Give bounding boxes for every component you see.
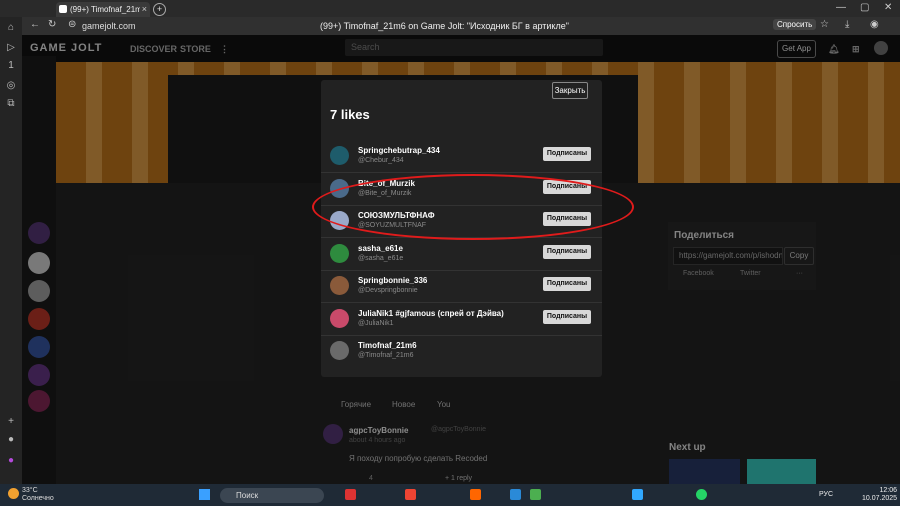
yandex-browser-icon[interactable] [405, 489, 416, 500]
liker-row[interactable]: JuliaNik1 #gjfamous (спрей от Дэйва) @Jul… [321, 303, 602, 335]
gamejolt-favicon [59, 5, 67, 13]
downloads-icon[interactable]: ⤓ [845, 19, 849, 30]
weather-condition: Солнечно [22, 495, 54, 502]
url-field[interactable]: gamejolt.com [82, 19, 282, 33]
liker-row[interactable]: Springbonnie_336 @Devspringbonnie Подписан… [321, 270, 602, 302]
subscribed-button[interactable]: Подписаны [543, 310, 591, 324]
likes-title: 7 likes [330, 107, 370, 122]
liker-row[interactable]: sasha_e61e @sasha_e61e Подписаны [321, 238, 602, 270]
app-icon[interactable] [470, 489, 481, 500]
time: 12:06 [879, 487, 898, 494]
yandex-icon[interactable] [345, 489, 356, 500]
subscribed-button[interactable]: Подписаны [543, 245, 591, 259]
profile-icon[interactable]: ◉ [870, 19, 879, 30]
sidebar-one-icon[interactable]: 1 [5, 60, 17, 72]
sidebar-copy-icon[interactable]: ⧉ [5, 98, 17, 110]
liker-name[interactable]: sasha_e61e [358, 244, 403, 253]
liker-avatar[interactable] [330, 276, 349, 295]
new-tab-button[interactable]: + [153, 3, 166, 16]
close-window-icon[interactable]: ✕ [884, 2, 892, 13]
start-icon[interactable] [199, 489, 210, 500]
sidebar-ai-icon[interactable]: ◎ [5, 80, 17, 92]
language-indicator[interactable]: РУС [819, 491, 833, 498]
liker-row[interactable]: Timofnaf_21m6 @Timofnaf_21m6 [321, 335, 602, 367]
sidebar-app-icon[interactable]: ● [5, 434, 17, 446]
close-tab-icon[interactable]: × [142, 4, 147, 14]
liker-handle: @Timofnaf_21m6 [358, 352, 414, 359]
liker-avatar[interactable] [330, 341, 349, 360]
maximize-icon[interactable]: ▢ [860, 2, 869, 13]
back-icon[interactable]: ← [30, 19, 40, 30]
liker-name[interactable]: Springbonnie_336 [358, 276, 427, 285]
clock[interactable]: 12:06 10.07.2025 [862, 487, 897, 503]
liker-handle: @Devspringbonnie [358, 287, 418, 294]
photoshop-icon[interactable] [632, 489, 643, 500]
chrome-icon[interactable] [530, 489, 541, 500]
subscribed-button[interactable]: Подписаны [543, 147, 591, 161]
minimize-icon[interactable]: — [836, 2, 846, 13]
ask-button[interactable]: Спросить [773, 19, 817, 30]
liker-name[interactable]: Timofnaf_21m6 [358, 341, 417, 350]
liker-row[interactable]: Springchebutrap_434 @Chebur_434 Подписаны [321, 140, 602, 172]
reload-icon[interactable]: ↻ [48, 19, 56, 30]
windows-taskbar [0, 484, 900, 506]
weather-widget[interactable]: 33°C Солнечно [22, 487, 54, 503]
tab-title: (99+) Timofnaf_21m6 o [70, 5, 140, 14]
edge-icon[interactable] [510, 489, 521, 500]
lock-icon: ⊜ [68, 19, 77, 30]
taskbar-search[interactable]: Поиск [220, 488, 324, 503]
whatsapp-icon[interactable] [696, 489, 707, 500]
liker-handle: @Chebur_434 [358, 157, 404, 164]
sidebar-add-icon[interactable]: + [5, 416, 17, 428]
subscribed-button[interactable]: Подписаны [543, 277, 591, 291]
close-button[interactable]: Закрыть [552, 82, 588, 99]
browser-tab[interactable]: (99+) Timofnaf_21m6 o × [56, 2, 150, 17]
liker-handle: @sasha_e61e [358, 255, 404, 262]
sidebar-alice-icon[interactable]: ● [5, 455, 17, 467]
liker-avatar[interactable] [330, 309, 349, 328]
date: 10.07.2025 [862, 495, 898, 502]
sidebar-play-icon[interactable]: ▷ [5, 42, 17, 54]
page-title: (99+) Timofnaf_21m6 on Game Jolt: "Исход… [320, 21, 569, 31]
bookmark-icon[interactable]: ☆ [820, 19, 829, 30]
liker-name[interactable]: JuliaNik1 #gjfamous (спрей от Дэйва) [358, 309, 504, 318]
liker-handle: @JuliaNik1 [358, 320, 394, 327]
liker-avatar[interactable] [330, 146, 349, 165]
liker-avatar[interactable] [330, 244, 349, 263]
liker-name[interactable]: Springchebutrap_434 [358, 146, 440, 155]
red-annotation-ellipse [312, 174, 634, 240]
temperature: 33°C [22, 487, 38, 494]
sidebar-home-icon[interactable]: ⌂ [5, 22, 17, 34]
weather-icon [8, 488, 19, 499]
